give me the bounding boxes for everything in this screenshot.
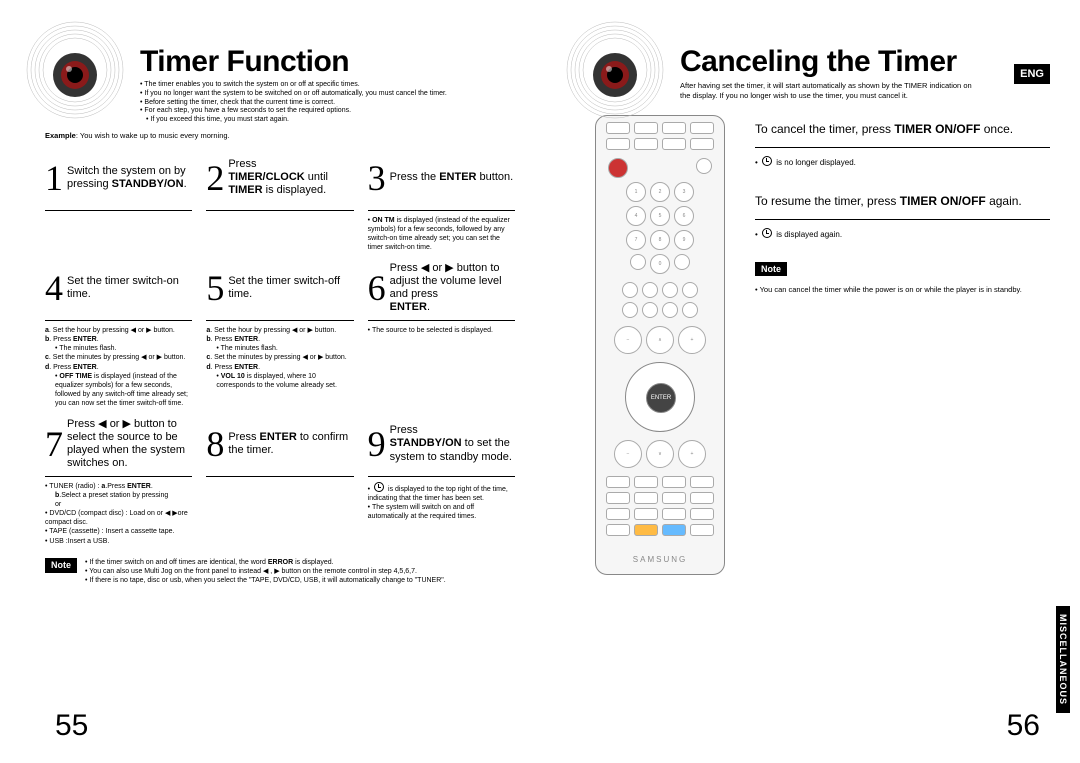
step-2: 2 Press TIMER/CLOCK until TIMER is displ… (206, 150, 353, 252)
cancel-instruction: To cancel the timer, press TIMER ON/OFF … (755, 115, 1050, 148)
page-number-left: 55 (55, 709, 88, 743)
instructions-column: To cancel the timer, press TIMER ON/OFF … (755, 115, 1050, 575)
side-tab-miscellaneous: MISCELLANEOUS (1056, 606, 1070, 713)
step-5: 5 Set the timer switch-off time. a. Set … (206, 260, 353, 408)
language-badge: ENG (1014, 64, 1050, 84)
page-number-right: 56 (1007, 709, 1040, 743)
page-title-left: Timer Function (140, 45, 515, 79)
dpad-icon: ENTER (625, 362, 695, 432)
step-7: 7 Press ◀ or ▶ button to select the sour… (45, 416, 192, 546)
remote-illustration: 123 456 789 0 − ∧ + ENTER (595, 115, 725, 575)
speaker-decor-icon (25, 20, 125, 120)
clock-icon (374, 482, 384, 492)
note-badge: Note (45, 558, 77, 574)
intro-bullets: The timer enables you to switch the syst… (140, 81, 515, 125)
clock-icon (762, 228, 772, 238)
step-8: 8 Press ENTER to confirm the timer. (206, 416, 353, 546)
note-badge: Note (755, 262, 787, 276)
page-left: Timer Function The timer enables you to … (0, 0, 540, 763)
resume-instruction: To resume the timer, press TIMER ON/OFF … (755, 187, 1050, 220)
step-9: 9 Press STANDBY/ON to set the system to … (368, 416, 515, 546)
cancel-intro: After having set the timer, it will star… (680, 81, 1050, 101)
step-6: 6 Press ◀ or ▶ button to adjust the volu… (368, 260, 515, 408)
clock-icon (762, 156, 772, 166)
step-4: 4 Set the timer switch-on time. a. Set t… (45, 260, 192, 408)
page-title-right: Canceling the Timer (680, 45, 1050, 79)
step-3: 3 Press the ENTER button. ON TM ON TM is… (368, 150, 515, 252)
step-1: 1 Switch the system on by pressing STAND… (45, 150, 192, 252)
note-row-left: Note • If the timer switch on and off ti… (45, 558, 515, 585)
speaker-decor-icon (565, 20, 665, 120)
up-icon: ∧ (646, 326, 674, 354)
steps-grid: 1 Switch the system on by pressing STAND… (45, 150, 515, 546)
example-line: Example: You wish to wake up to music ev… (45, 131, 515, 140)
page-right: ENG Canceling the Timer After having set… (540, 0, 1080, 763)
remote-brand: SAMSUNG (633, 555, 687, 564)
